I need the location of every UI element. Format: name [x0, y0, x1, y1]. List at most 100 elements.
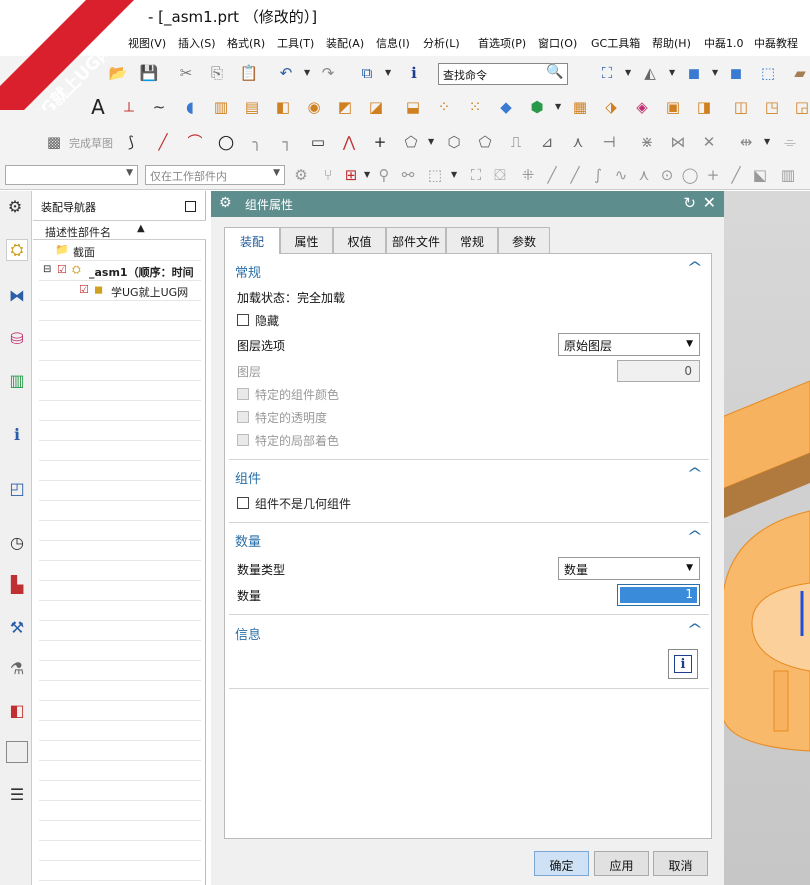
auto-constrain-icon[interactable]: ⋈ [668, 132, 688, 152]
continuous-dim-icon[interactable]: ⇹ [736, 132, 756, 152]
quantity-type-select[interactable]: 数量 ▼ [558, 557, 700, 580]
rect-select-icon[interactable]: ⬚ [425, 165, 445, 185]
snap-icon[interactable]: ⑂ [318, 165, 338, 185]
selection-icon[interactable]: ⧉ [357, 63, 377, 83]
part-navigator-icon[interactable]: ⛁ [6, 327, 28, 349]
relations-icon[interactable]: ⌯ [780, 132, 800, 152]
menu-view[interactable]: 视图(V) [128, 35, 166, 51]
menu-info[interactable]: 信息(I) [376, 35, 410, 51]
snap-point-icon[interactable]: ⚲ [374, 165, 394, 185]
reuse-library-icon[interactable]: ▥ [6, 369, 28, 391]
tab-parameters[interactable]: 参数 [498, 227, 550, 253]
menu-analysis[interactable]: 分析(L) [423, 35, 460, 51]
tab-part-file[interactable]: 部件文件 [386, 227, 446, 253]
tree-row-section[interactable]: 📁 截面 [39, 241, 201, 261]
extrude-icon[interactable]: ▥ [211, 97, 231, 117]
selection-dropdown-icon[interactable]: ▼ [385, 68, 393, 77]
pattern-curve-icon[interactable]: ⬠ [475, 132, 495, 152]
rect-dropdown-icon[interactable]: ▼ [451, 170, 459, 179]
tab-weight[interactable]: 权值 [333, 227, 386, 253]
finish-sketch-icon[interactable]: ▩ [44, 132, 64, 152]
chevron-up-icon[interactable]: ^ [687, 260, 703, 276]
cut-icon[interactable]: ✂ [176, 63, 196, 83]
checkbox-checked-icon[interactable]: ☑ [57, 263, 67, 276]
background-icon[interactable]: ▰ [790, 63, 810, 83]
dim-dropdown-icon[interactable]: ▼ [764, 137, 772, 146]
chevron-up-icon[interactable]: ^ [687, 466, 703, 482]
paste-icon[interactable]: 📋 [239, 63, 259, 83]
maximize-icon[interactable] [185, 201, 196, 212]
shaded-cube-icon[interactable]: ◼ [726, 63, 746, 83]
section-header-info[interactable]: 信息 [235, 624, 261, 643]
copy-icon[interactable]: ⎘ [207, 63, 227, 83]
show-constraints-icon[interactable]: ✕ [699, 132, 719, 152]
block-icon[interactable]: ◧ [273, 97, 293, 117]
roles-icon[interactable]: ⚒ [6, 616, 28, 638]
union-icon[interactable]: ⬢ [527, 97, 547, 117]
bounded-grid-icon[interactable]: ▥ [778, 165, 798, 185]
system-scenes-icon[interactable]: ⚗ [6, 657, 28, 679]
menu-window[interactable]: 窗口(O) [538, 35, 577, 51]
web-browser-icon[interactable]: ◰ [6, 477, 28, 499]
finish-sketch-label[interactable]: 完成草图 [69, 135, 113, 151]
section-header-general[interactable]: 常规 [235, 262, 261, 281]
menu-zhonglei-tutorial[interactable]: 中磊教程 [754, 35, 798, 51]
chamfer-icon[interactable]: ◪ [366, 97, 386, 117]
hide-checkbox[interactable] [237, 314, 249, 326]
type-filter-combo[interactable]: ▼ [5, 165, 138, 185]
arc-center-icon[interactable]: ⋏ [634, 165, 654, 185]
section-header-component[interactable]: 组件 [235, 468, 261, 487]
non-geometry-checkbox[interactable] [237, 497, 249, 509]
navigator-column-header[interactable]: 描述性部件名 ▲ [33, 220, 206, 240]
quantity-input[interactable]: 1 [617, 584, 700, 606]
offset-dropdown-icon[interactable]: ▼ [428, 137, 436, 146]
tree-row-asm1[interactable]: ⊟ ☑ ⛭ _asm1（顺序：时间 [39, 261, 201, 281]
sort-ascending-icon[interactable]: ▲ [137, 223, 145, 234]
cylinder-icon[interactable]: ◖ [180, 97, 200, 117]
make-corner-icon[interactable]: ⋏ [568, 132, 588, 152]
cancel-button[interactable]: 取消 [653, 851, 708, 876]
chevron-up-icon[interactable]: ^ [687, 529, 703, 545]
checkbox-checked-icon[interactable]: ☑ [79, 283, 89, 296]
center-snap-icon[interactable]: ⊙ [657, 165, 677, 185]
curve-point-icon[interactable]: ∫ [588, 165, 608, 185]
intersection-snap-icon[interactable]: ∿ [611, 165, 631, 185]
menu-preferences[interactable]: 首选项(P) [478, 35, 526, 51]
tree-row-part[interactable]: ☑ ◼ 学UG就上UG网 [39, 281, 201, 301]
quick-pick-icon[interactable]: ⚯ [398, 165, 418, 185]
palette-icon[interactable]: ◧ [6, 699, 28, 721]
graphics-window[interactable] [711, 191, 810, 885]
fillet-icon[interactable]: ╮ [247, 132, 267, 152]
offset-curve-icon[interactable]: ⬠ [401, 132, 421, 152]
info-button[interactable]: i [668, 649, 698, 679]
orient-dropdown-icon[interactable]: ▼ [712, 68, 720, 77]
menu-gc-toolbox[interactable]: GC工具箱 [591, 35, 640, 51]
filter-dropdown-icon[interactable]: ▼ [364, 170, 372, 179]
menu-assembly[interactable]: 装配(A) [326, 35, 364, 51]
circle-icon[interactable]: ○ [216, 132, 236, 152]
point-icon[interactable]: + [370, 132, 390, 152]
collapse-icon[interactable]: ⊟ [43, 264, 51, 275]
chevron-up-icon[interactable]: ^ [687, 622, 703, 638]
dimension-icon[interactable]: ⊣ [599, 132, 619, 152]
mirror-curve-icon[interactable]: ⬡ [444, 132, 464, 152]
quick-extend-icon[interactable]: ⊿ [537, 132, 557, 152]
save-icon[interactable]: 💾 [139, 63, 159, 83]
line-icon[interactable]: ╱ [153, 132, 173, 152]
endpoint-snap-icon[interactable]: ⁜ [518, 165, 538, 185]
sweep-icon[interactable]: ◳ [762, 97, 782, 117]
existing-point-icon[interactable]: + [703, 165, 723, 185]
through-curves-icon[interactable]: ◲ [792, 97, 810, 117]
view-orient-icon[interactable]: ◼ [684, 63, 704, 83]
menu-help[interactable]: 帮助(H) [652, 35, 691, 51]
assembly-select-icon[interactable]: ⚙ [291, 165, 311, 185]
surface-icon[interactable]: ◫ [731, 97, 751, 117]
hole-icon[interactable]: ◉ [304, 97, 324, 117]
section-header-quantity[interactable]: 数量 [235, 531, 261, 550]
chamfer-sketch-icon[interactable]: ┐ [277, 132, 297, 152]
process-studio-icon[interactable]: ▙ [6, 573, 28, 595]
command-finder-icon[interactable]: ℹ [404, 63, 424, 83]
menu-insert[interactable]: 插入(S) [178, 35, 216, 51]
fit-view-icon[interactable]: ⛶ [597, 63, 617, 83]
tab-attributes[interactable]: 属性 [280, 227, 333, 253]
